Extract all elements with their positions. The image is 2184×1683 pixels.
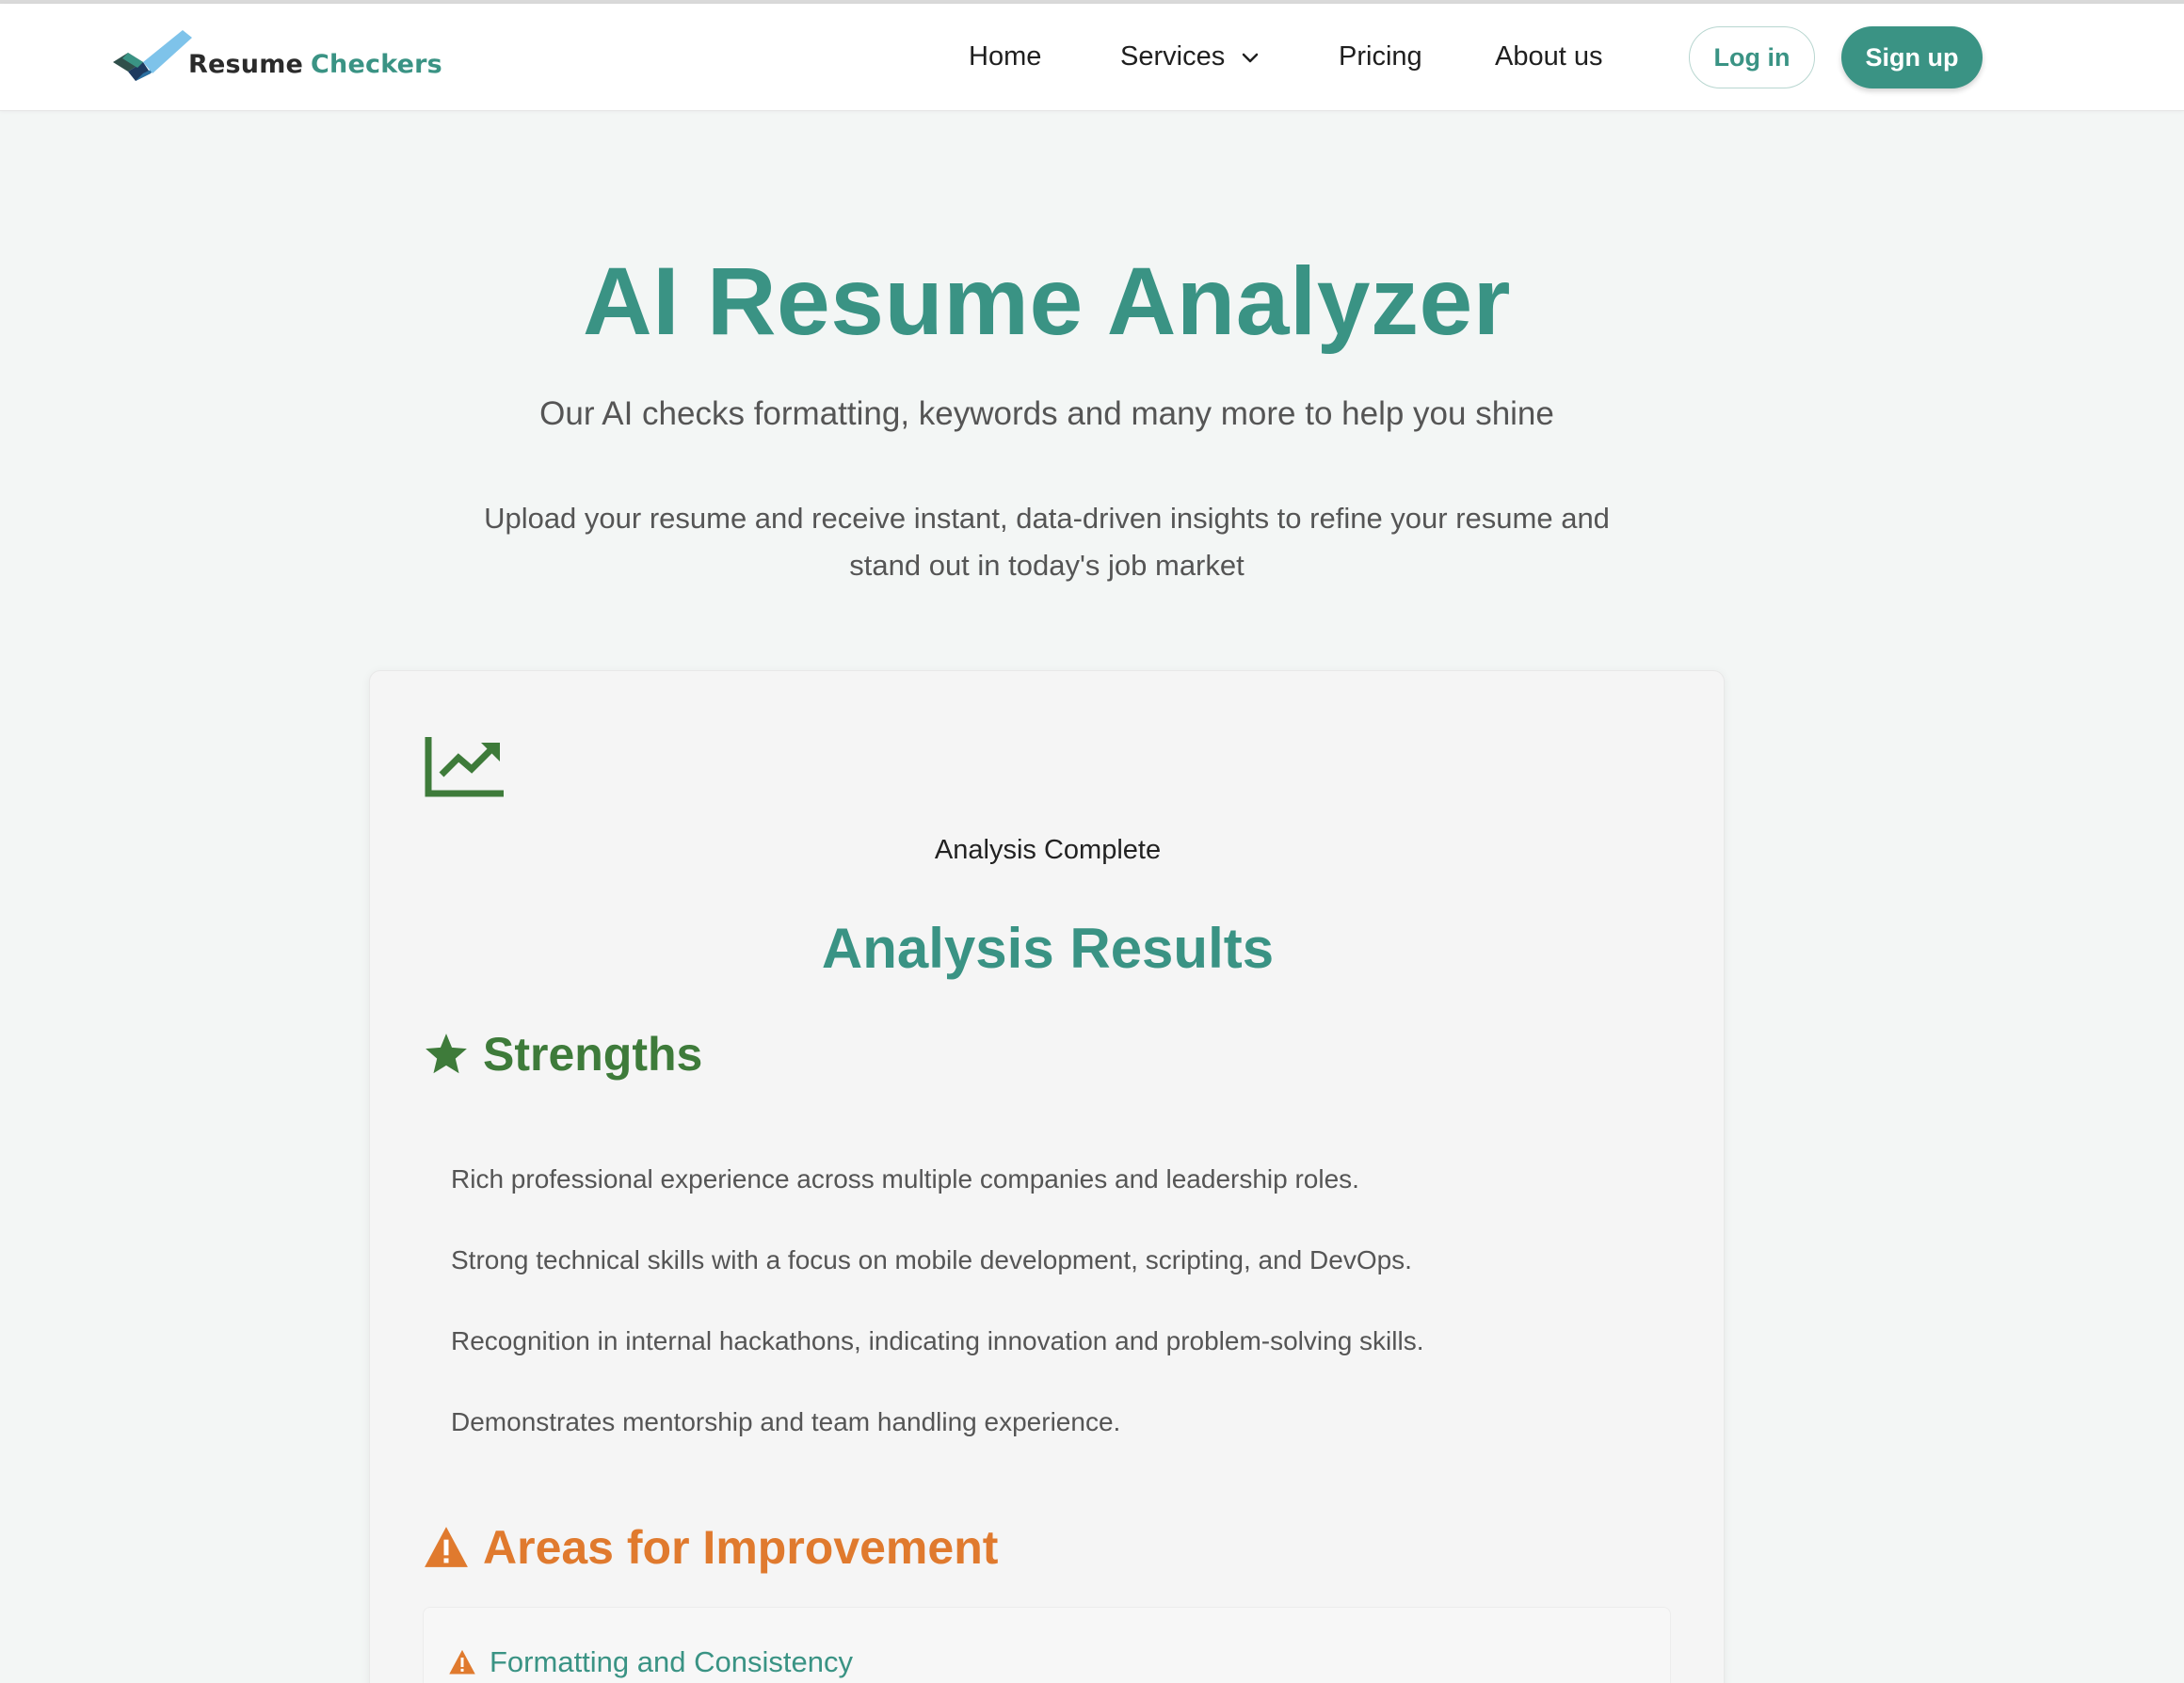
improvement-card-header: Formatting and Consistency	[448, 1645, 853, 1679]
chart-trend-up-icon	[425, 737, 504, 797]
nav-about[interactable]: About us	[1495, 41, 1602, 72]
strength-item: Recognition in internal hackathons, indi…	[451, 1326, 1424, 1355]
nav-services[interactable]: Services	[1120, 41, 1261, 72]
strengths-heading-label: Strengths	[483, 1028, 703, 1081]
improvements-heading: Areas for Improvement	[423, 1520, 998, 1575]
warning-triangle-icon	[449, 1649, 475, 1675]
chevron-down-icon	[1242, 53, 1259, 62]
site-header: Resume Checkers Home Services Pricing Abo…	[0, 4, 2184, 111]
hero-subtitle: Our AI checks formatting, keywords and m…	[539, 395, 1554, 432]
strength-item: Strong technical skills with a focus on …	[451, 1245, 1412, 1274]
strength-item: Demonstrates mentorship and team handlin…	[451, 1407, 1121, 1436]
results-title: Analysis Results	[821, 917, 1275, 980]
nav-home[interactable]: Home	[969, 41, 1041, 72]
nav-pricing[interactable]: Pricing	[1339, 41, 1422, 72]
analysis-card: Analysis Complete Analysis Results Stren…	[369, 670, 1725, 1683]
warning-triangle-icon	[425, 1527, 468, 1567]
star-icon	[426, 1034, 467, 1074]
page-title: AI Resume Analyzer	[583, 248, 1511, 355]
hero-description: Upload your resume and receive instant, …	[484, 502, 1610, 582]
improvements-heading-label: Areas for Improvement	[483, 1521, 999, 1574]
signup-button[interactable]: Sign up	[1841, 26, 1983, 88]
strength-item: Rich professional experience across mult…	[451, 1164, 1359, 1194]
nav-services-label: Services	[1120, 41, 1226, 72]
login-button[interactable]: Log in	[1689, 26, 1815, 88]
strengths-heading: Strengths	[423, 1027, 702, 1082]
analysis-status: Analysis Complete	[934, 835, 1162, 865]
improvement-card[interactable]: Formatting and Consistency	[423, 1607, 1671, 1683]
improvement-card-title: Formatting and Consistency	[490, 1645, 853, 1678]
